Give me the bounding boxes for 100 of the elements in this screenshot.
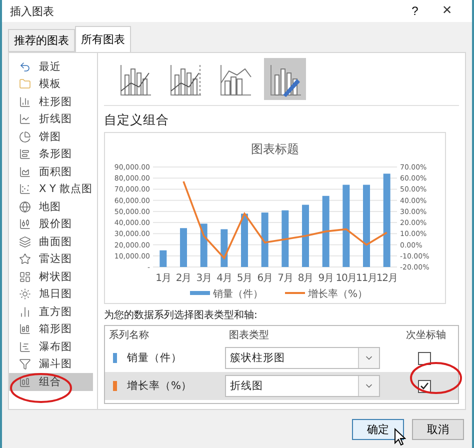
axis-label: 3月 [196, 273, 212, 284]
chart-type-label: 曲面图 [39, 234, 72, 249]
section-heading: 自定义组合 [104, 112, 170, 129]
chart-type-label: 饼图 [39, 130, 61, 144]
legend-label: 增长率（%） [308, 289, 368, 300]
chart-type-item[interactable]: 股价图 [9, 216, 93, 233]
chart-type-label: X Y 散点图 [39, 182, 92, 196]
funnel-icon [19, 358, 31, 370]
chart-type-item[interactable]: 箱形图 [9, 320, 93, 338]
chart-type-item[interactable]: X Y 散点图 [9, 180, 93, 198]
line-chart-icon [19, 113, 31, 126]
chart-type-label: 折线图 [39, 112, 72, 126]
bar [322, 196, 330, 267]
chart-type-label: 地图 [39, 200, 61, 214]
chart-type-dropdown[interactable]: 折线图 [225, 375, 380, 397]
axis-label: 2月 [176, 273, 192, 284]
axis-label: 12月 [376, 273, 398, 284]
chart-title: 图表标题 [251, 142, 299, 156]
chart-type-item[interactable]: 面积图 [9, 163, 93, 180]
scatter-chart-icon [19, 183, 31, 196]
axis-label: 11月 [356, 273, 377, 284]
chart-type-label: 最近 [39, 60, 61, 74]
mouse-pointer-icon [394, 428, 406, 446]
chart-type-item[interactable]: 组合 [9, 373, 93, 390]
column-header: 图表类型 [228, 328, 270, 342]
tab[interactable]: 推荐的图表 [8, 29, 75, 52]
area-chart-icon [19, 166, 31, 178]
axis-label: 10月 [336, 273, 357, 284]
layers-icon [19, 236, 31, 248]
bar [241, 214, 248, 267]
chart-type-label: 组合 [39, 374, 61, 389]
axis-label: 7月 [278, 273, 293, 284]
cancel-button[interactable]: 取消 [412, 418, 464, 440]
annotation-circle [408, 360, 464, 396]
chart-type-item[interactable]: 瀑布图 [9, 338, 93, 356]
tiles-icon [19, 270, 31, 283]
window-title: 插入图表 [10, 4, 55, 18]
bar [220, 229, 228, 267]
chart-type-item[interactable]: 漏斗图 [9, 356, 93, 373]
bar [160, 250, 167, 267]
undo-icon [19, 60, 31, 73]
histogram-icon [19, 306, 31, 318]
series-name: 销量（件） [127, 351, 182, 365]
box-chart-icon [19, 323, 31, 336]
chart-type-label: 条形图 [39, 147, 72, 162]
bar [282, 210, 289, 267]
help-button[interactable]: ? [400, 4, 430, 18]
chart-type-label: 面积图 [39, 164, 72, 179]
chart-type-label: 树状图 [39, 270, 72, 284]
folder-icon [19, 78, 31, 90]
chart-type-item[interactable]: 雷达图 [9, 250, 93, 268]
chart-type-label: 直方图 [39, 304, 72, 319]
axis-label: 4月 [216, 273, 232, 284]
chart-type-item[interactable]: 柱形图 [9, 93, 93, 110]
chart-type-item[interactable]: 旭日图 [9, 286, 93, 303]
annotation-circle [8, 370, 74, 406]
chart-type-item[interactable]: 模板 [9, 76, 93, 93]
series-prompt: 为您的数据系列选择图表类型和轴: [104, 308, 258, 322]
chart-type-label: 模板 [39, 77, 61, 92]
chart-type-item[interactable]: 树状图 [9, 268, 93, 286]
column-header: 次坐标轴 [405, 328, 447, 342]
chart-type-label: 瀑布图 [39, 340, 72, 354]
bar [302, 204, 309, 267]
chart-type-item[interactable]: 折线图 [9, 110, 93, 128]
globe-icon [19, 200, 31, 213]
bar [180, 228, 187, 267]
bar-chart-icon [19, 148, 31, 160]
chart-type-item[interactable]: 曲面图 [9, 233, 93, 250]
close-button[interactable]: × [430, 2, 464, 20]
chart-type-dropdown[interactable]: 簇状柱形图 [225, 347, 380, 369]
legend-swatch [190, 291, 210, 295]
axis-label: 1月 [156, 273, 171, 284]
chart-type-item[interactable]: 最近 [9, 58, 93, 76]
series-name: 增长率（%） [127, 379, 192, 393]
star-icon [19, 253, 31, 266]
check-icon [420, 382, 428, 390]
chart-subtype-button[interactable] [264, 58, 306, 100]
pie-chart-icon [19, 130, 31, 143]
chart-type-label: 箱形图 [39, 322, 72, 336]
chart-type-item[interactable]: 条形图 [9, 146, 93, 163]
axis-label: 8月 [298, 273, 314, 284]
chart-type-item[interactable]: 地图 [9, 198, 93, 216]
chart-type-label: 雷达图 [39, 252, 72, 266]
chart-type-label: 旭日图 [39, 287, 72, 302]
combo-chart-icon [19, 376, 31, 388]
sun-icon [19, 288, 31, 300]
column-header: 系列名称 [108, 328, 150, 342]
candlestick-chart-icon [19, 218, 31, 230]
chart-type-label: 漏斗图 [39, 357, 72, 372]
chart-type-label: 股价图 [39, 217, 72, 232]
axis-label: 9月 [318, 273, 334, 284]
waterfall-chart-icon [19, 340, 31, 353]
chart-type-item[interactable]: 直方图 [9, 303, 93, 320]
chart-type-label: 柱形图 [39, 94, 72, 109]
bar [261, 212, 268, 267]
tab[interactable]: 所有图表 [75, 26, 131, 52]
chart-type-item[interactable]: 饼图 [9, 128, 93, 146]
legend-label: 销量（件） [213, 289, 263, 300]
axis-label: 6月 [257, 273, 272, 284]
checkbox[interactable] [418, 352, 430, 364]
